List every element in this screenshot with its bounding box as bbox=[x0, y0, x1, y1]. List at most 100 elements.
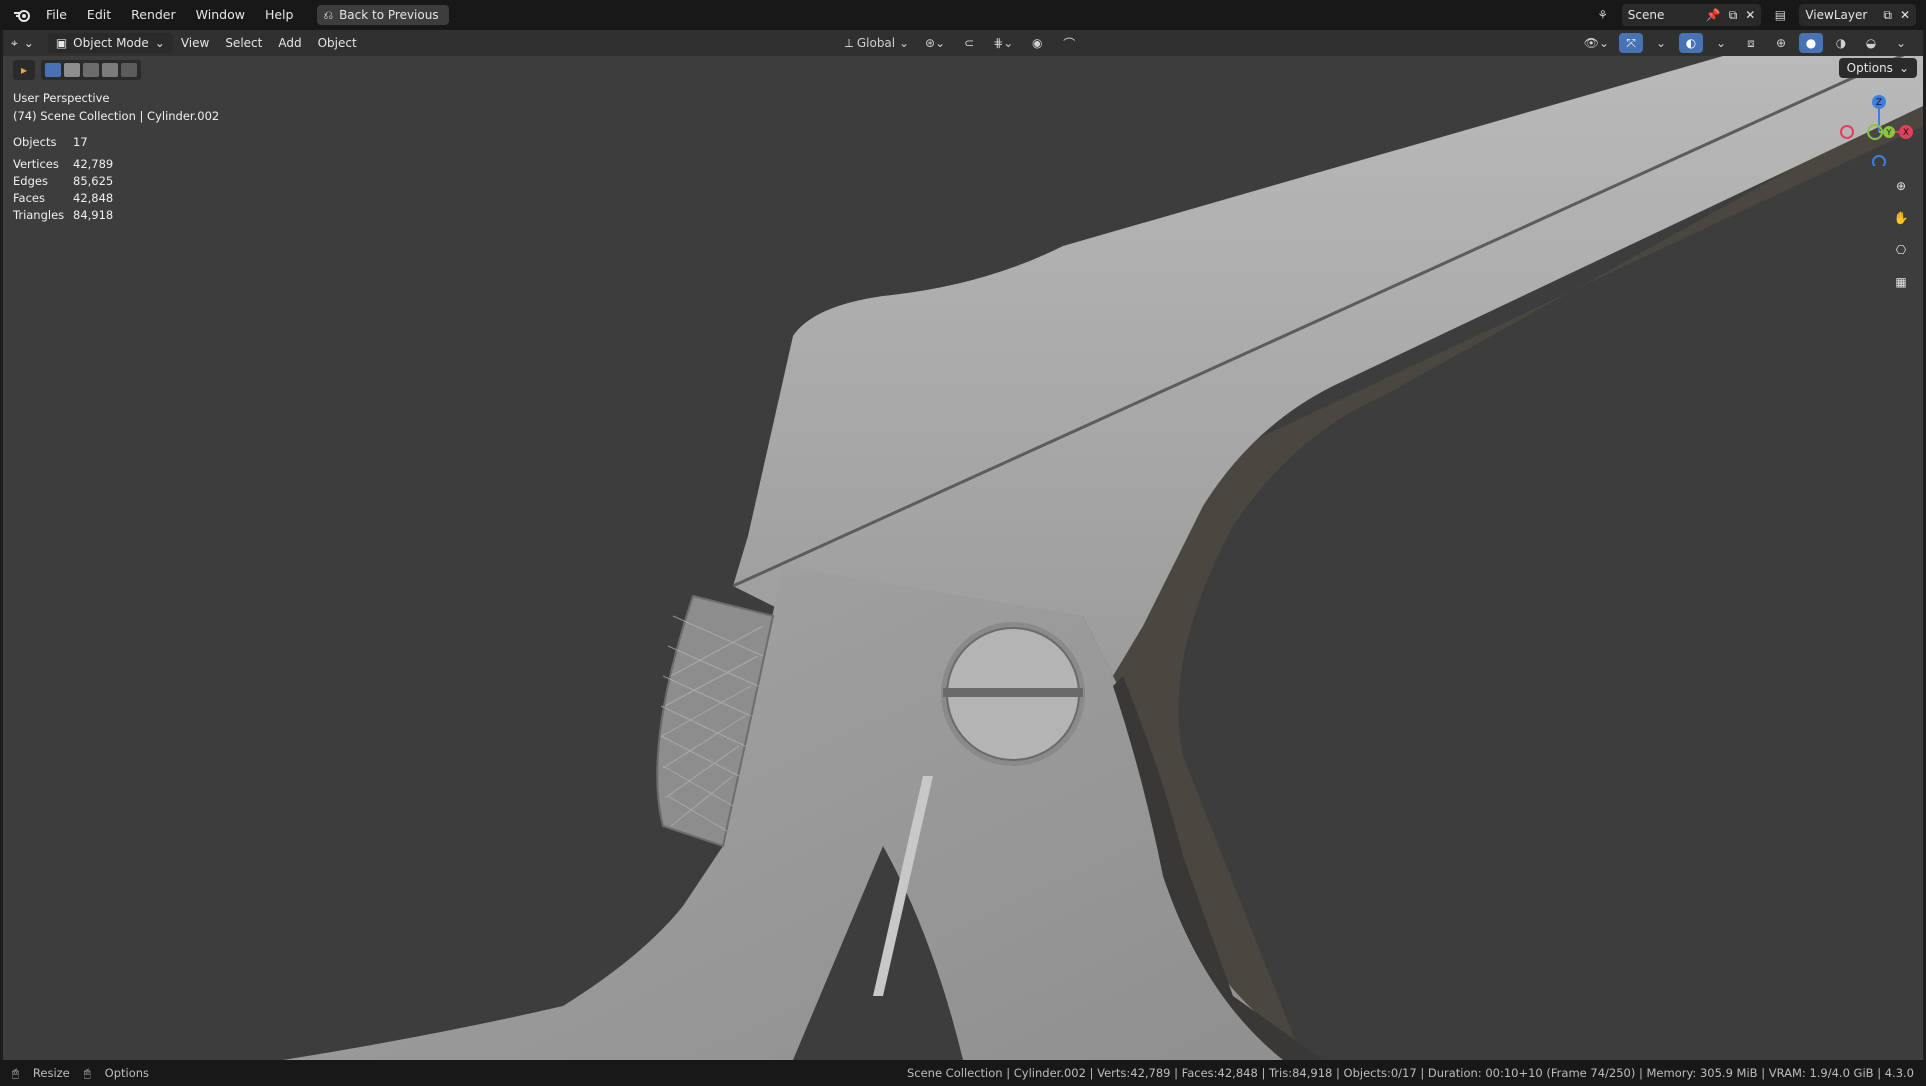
perspective-grid-icon[interactable]: ▦ bbox=[1889, 270, 1913, 294]
stat-row: Edges 85,625 bbox=[13, 173, 113, 190]
new-scene-icon[interactable]: ⧉ bbox=[1729, 8, 1738, 23]
stat-row: Triangles 84,918 bbox=[13, 207, 113, 224]
top-menu-bar: File Edit Render Window Help ⎌ Back to P… bbox=[0, 0, 1926, 30]
editor-type-button[interactable]: ⌖ ⌄ bbox=[3, 33, 42, 53]
stat-label: Edges bbox=[13, 174, 48, 188]
solid-icon: ● bbox=[1805, 36, 1817, 50]
menu-select[interactable]: Select bbox=[217, 33, 270, 53]
menu-add[interactable]: Add bbox=[270, 33, 309, 53]
chevron-down-icon: ⌄ bbox=[1715, 36, 1727, 50]
shading-solid[interactable]: ● bbox=[1799, 33, 1823, 53]
status-bar: 🖱 Resize 🖱 Options Scene Collection | Cy… bbox=[0, 1060, 1926, 1086]
selection-mode-group bbox=[41, 60, 141, 80]
delete-view-layer-icon[interactable]: ✕ bbox=[1900, 8, 1910, 22]
xray-toggle[interactable]: ⧈ bbox=[1739, 33, 1763, 53]
3d-viewport[interactable]: ▸ User Perspective (74) Scene Collection… bbox=[3, 56, 1923, 1060]
stat-label: Triangles bbox=[13, 208, 65, 222]
menu-window[interactable]: Window bbox=[186, 0, 255, 30]
select-extend-icon[interactable] bbox=[64, 63, 80, 77]
gizmo-neg-z-axis[interactable] bbox=[1872, 155, 1886, 166]
menu-object[interactable]: Object bbox=[310, 33, 365, 53]
orientation-label: Global bbox=[856, 36, 896, 50]
navigation-gizmo[interactable]: Z X Y bbox=[1839, 86, 1919, 166]
menu-view[interactable]: View bbox=[173, 33, 217, 53]
menu-file[interactable]: File bbox=[36, 0, 77, 30]
upper-arm bbox=[733, 56, 1923, 676]
falloff-icon: ⌒ bbox=[1063, 36, 1076, 51]
overlays-toggle[interactable]: ◐ bbox=[1679, 33, 1703, 53]
stat-value: 42,789 bbox=[73, 157, 114, 171]
overlays-dropdown[interactable]: ⌄ bbox=[1709, 33, 1733, 53]
proportional-edit-toggle[interactable]: ◉ bbox=[1025, 33, 1049, 53]
orientation-icon: ⟂ bbox=[845, 35, 854, 50]
snap-target-button[interactable]: ⋕ ⌄ bbox=[989, 33, 1017, 53]
select-tool-button[interactable]: ▸ bbox=[13, 60, 35, 80]
falloff-button[interactable]: ⌒ bbox=[1057, 33, 1081, 53]
stat-row: Faces 42,848 bbox=[13, 190, 113, 207]
object-mode-dropdown[interactable]: ▣ Object Mode ⌄ bbox=[47, 33, 173, 53]
gizmo-neg-x-axis[interactable] bbox=[1840, 125, 1854, 139]
rendered-icon: ◒ bbox=[1865, 36, 1877, 50]
mouse-icon: 🖱 bbox=[83, 1065, 91, 1080]
stat-value: 42,848 bbox=[73, 191, 114, 205]
view-layer-selector-icon[interactable]: ▤ bbox=[1769, 4, 1791, 26]
shading-rendered[interactable]: ◒ bbox=[1859, 33, 1883, 53]
scene-name: Scene bbox=[1627, 8, 1665, 22]
scene-field[interactable]: Scene 📌 ⧉ ✕ bbox=[1621, 4, 1762, 26]
chevron-down-icon: ⌄ bbox=[1898, 61, 1909, 75]
pin-icon[interactable]: 📌 bbox=[1706, 8, 1721, 22]
viewport-options-label: Options bbox=[1846, 61, 1893, 75]
select-subtract-icon[interactable] bbox=[83, 63, 99, 77]
back-to-previous-label: Back to Previous bbox=[339, 8, 439, 22]
pivot-icon: ⊛ bbox=[925, 36, 936, 50]
proportional-icon: ◉ bbox=[1032, 36, 1043, 50]
pivot-point-button[interactable]: ⊛ ⌄ bbox=[921, 33, 949, 53]
back-icon: ⎌ bbox=[323, 7, 334, 22]
shading-material[interactable]: ◑ bbox=[1829, 33, 1853, 53]
new-view-layer-icon[interactable]: ⧉ bbox=[1883, 8, 1892, 23]
gizmo-toggle[interactable]: ⤧ bbox=[1619, 33, 1643, 53]
transform-orientation-dropdown[interactable]: ⟂ Global ⌄ bbox=[841, 33, 913, 53]
gizmo-dropdown[interactable]: ⌄ bbox=[1649, 33, 1673, 53]
chevron-down-icon: ⌄ bbox=[23, 36, 34, 50]
select-new-icon[interactable] bbox=[45, 63, 61, 77]
zoom-icon[interactable]: ⊕ bbox=[1889, 174, 1913, 198]
navigation-controls: ⊕ ✋ ⎔ ▦ bbox=[1889, 174, 1913, 294]
menu-edit[interactable]: Edit bbox=[77, 0, 121, 30]
visibility-button[interactable]: 👁 ⌄ bbox=[1580, 33, 1613, 53]
select-intersect-icon[interactable] bbox=[121, 63, 137, 77]
viewport-options-button[interactable]: Options ⌄ bbox=[1838, 58, 1917, 78]
scene-selector-icon[interactable]: ⚘ bbox=[1592, 4, 1614, 26]
chevron-down-icon: ⌄ bbox=[1655, 36, 1667, 50]
wireframe-icon: ⊕ bbox=[1775, 36, 1787, 50]
view-info: User Perspective (74) Scene Collection |… bbox=[13, 89, 219, 125]
shading-dropdown[interactable]: ⌄ bbox=[1889, 33, 1913, 53]
gizmo-z-label: Z bbox=[1876, 98, 1882, 108]
menu-help[interactable]: Help bbox=[255, 0, 304, 30]
view-layer-name: ViewLayer bbox=[1805, 8, 1868, 22]
shading-wireframe[interactable]: ⊕ bbox=[1769, 33, 1793, 53]
pivot-screw bbox=[941, 622, 1085, 766]
viewport-toolbar: ▸ bbox=[13, 60, 141, 80]
delete-scene-icon[interactable]: ✕ bbox=[1745, 8, 1755, 22]
gizmo-icon: ⤧ bbox=[1626, 35, 1636, 50]
chevron-down-icon: ⌄ bbox=[154, 36, 165, 50]
blender-logo-icon[interactable] bbox=[8, 0, 36, 30]
select-invert-icon[interactable] bbox=[102, 63, 118, 77]
viewport-header: ⌖ ⌄ ▣ Object Mode ⌄ View Select Add Objec… bbox=[3, 30, 1923, 56]
view-name: User Perspective bbox=[13, 91, 110, 105]
view-layer-field[interactable]: ViewLayer ⧉ ✕ bbox=[1799, 4, 1916, 26]
camera-view-icon[interactable]: ⎔ bbox=[1889, 238, 1913, 262]
gizmo-y-label: Y bbox=[1886, 128, 1892, 137]
magnet-icon: ⊂ bbox=[964, 36, 975, 50]
object-mode-label: Object Mode bbox=[73, 36, 149, 50]
back-to-previous-button[interactable]: ⎌ Back to Previous bbox=[317, 5, 449, 25]
snap-toggle[interactable]: ⊂ bbox=[957, 33, 981, 53]
menu-render[interactable]: Render bbox=[121, 0, 186, 30]
editor-type-icon: ⌖ bbox=[11, 35, 18, 50]
stat-value: 17 bbox=[73, 135, 88, 149]
stat-label: Vertices bbox=[13, 157, 59, 171]
stat-value: 84,918 bbox=[73, 208, 114, 222]
collection-info: (74) Scene Collection | Cylinder.002 bbox=[13, 109, 220, 123]
pan-hand-icon[interactable]: ✋ bbox=[1889, 206, 1913, 230]
